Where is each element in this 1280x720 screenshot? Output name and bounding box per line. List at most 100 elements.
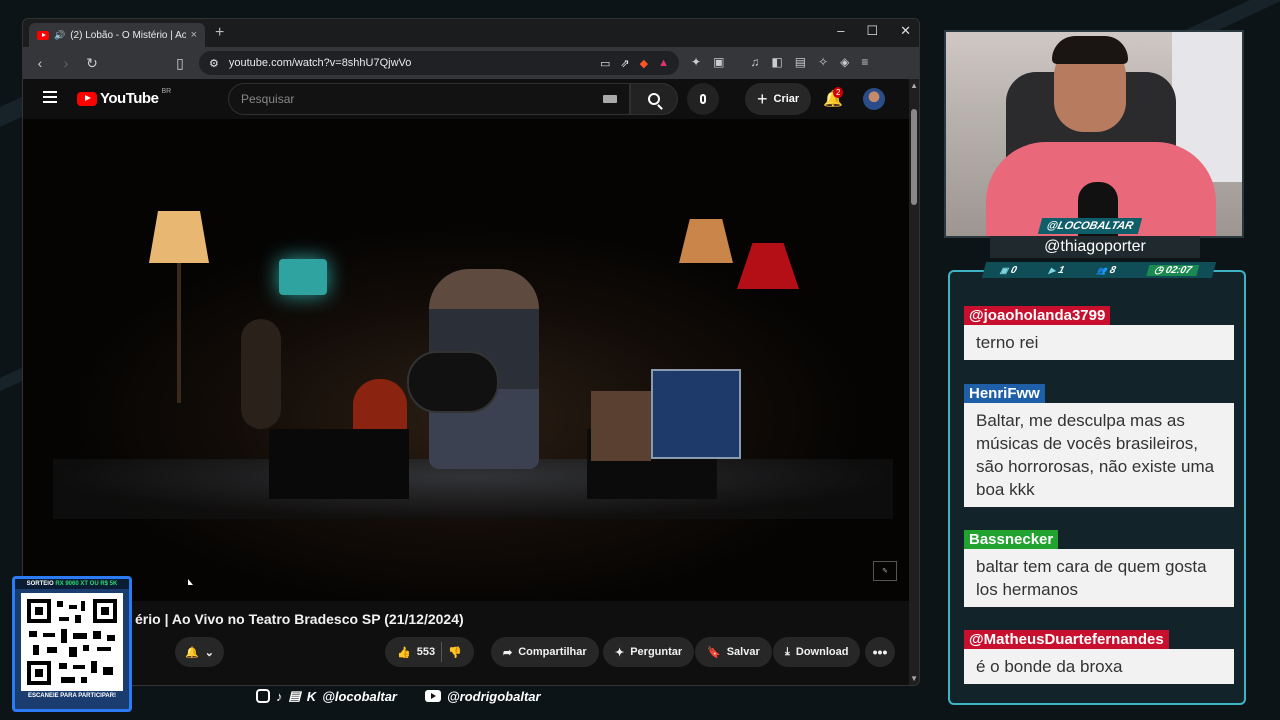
like-icon[interactable]: 👍 (397, 646, 411, 659)
like-count[interactable]: 553 (417, 646, 435, 658)
leo-icon[interactable]: ✧ (818, 55, 828, 69)
chat-text: baltar tem cara de quem gosta los herman… (964, 549, 1234, 607)
url-text: youtube.com/watch?v=8shhU7QjwVo (228, 57, 412, 69)
sparkle-icon: ✦ (615, 646, 625, 659)
ask-label: Perguntar (630, 646, 683, 658)
window-controls: – ☐ ✕ (837, 23, 911, 39)
stream-timer: ◷ 02:07 (1146, 264, 1200, 276)
brave-shield-icon[interactable]: ◆ (640, 57, 648, 70)
guitar-black (407, 351, 499, 413)
dislike-icon[interactable]: 👎 (448, 646, 462, 659)
brave-rewards-icon[interactable]: ▲ (658, 57, 669, 69)
scrollbar-thumb[interactable] (911, 109, 917, 205)
video-count: ▶1 (1048, 264, 1066, 276)
share-button[interactable]: ➦ Compartilhar (491, 637, 599, 667)
url-field[interactable]: ⚙ youtube.com/watch?v=8shhU7QjwVo ▭ ⇗ ◆ … (199, 51, 679, 75)
bell-icon: 🔔 (185, 646, 199, 659)
search-button[interactable] (630, 83, 678, 115)
download-button[interactable]: ⤓ Download (773, 637, 861, 667)
chat-message: @joaoholanda3799 terno rei (964, 306, 1234, 360)
extensions-icon[interactable]: ✦ (691, 55, 701, 69)
ask-button[interactable]: ✦ Perguntar (603, 637, 695, 667)
chat-text: terno rei (964, 325, 1234, 360)
chat-message: Bassnecker baltar tem cara de quem gosta… (964, 530, 1234, 607)
youtube-favicon-icon (37, 30, 49, 40)
social-handle-2: @rodrigobaltar (447, 688, 541, 704)
like-dislike-group: 👍 553 👎 (385, 637, 474, 667)
giveaway-prefix: SORTEIO (26, 581, 54, 587)
webcam-hair (1052, 36, 1128, 64)
lamp-red (737, 243, 799, 289)
bookmark-icon[interactable]: ▯ (171, 55, 189, 72)
speaker-left (269, 429, 409, 499)
site-info-icon[interactable]: ⚙ (209, 57, 219, 70)
media-icon[interactable]: ♫ (750, 55, 759, 69)
download-icon: ⤓ (785, 645, 790, 658)
reload-icon[interactable]: ↻ (83, 55, 101, 72)
host-name: @thiagoporter (990, 236, 1200, 258)
forward-icon[interactable]: › (57, 55, 75, 71)
giveaway-title: SORTEIO RX 9060 XT OU R$ 5K (15, 579, 129, 589)
channel-handle: @LOCOBALTAR (1037, 218, 1143, 234)
chat-count-value: 0 (1009, 264, 1019, 276)
reader-icon[interactable]: ▣ (713, 55, 724, 69)
wallet-icon[interactable]: ▤ (795, 55, 806, 69)
extension-toolbar: ✦ ▣ ♫ ◧ ▤ ✧ ◈ ≡ (691, 55, 868, 69)
save-label: Salvar (726, 646, 760, 658)
stream-stats: ▣0 ▶1 👥8 ◷ 02:07 (981, 262, 1217, 278)
create-button[interactable]: + Criar (745, 83, 812, 115)
chat-username: @MatheusDuartefernandes (964, 630, 1169, 649)
maximize-button[interactable]: ☐ (866, 23, 878, 39)
browser-window: 🔊 (2) Lobão - O Mistério | Ao Vivo no × … (22, 18, 920, 686)
keyboard-icon[interactable] (603, 95, 617, 103)
avatar[interactable] (863, 88, 885, 110)
chat-message: @MatheusDuartefernandes é o bonde da bro… (964, 630, 1234, 684)
chat-username: @joaoholanda3799 (964, 306, 1111, 325)
share-page-icon[interactable]: ⇗ (620, 57, 629, 70)
giveaway-cta: ESCANEIE PARA PARTICIPAR! (27, 693, 117, 699)
create-label: Criar (773, 93, 800, 105)
cast-icon[interactable]: ▭ (600, 57, 610, 70)
plus-icon: + (757, 88, 768, 109)
side-table (591, 391, 651, 461)
more-actions-button[interactable]: ••• (865, 637, 895, 667)
close-window-button[interactable]: ✕ (900, 23, 911, 39)
tab-title: (2) Lobão - O Mistério | Ao Vivo no (70, 29, 185, 41)
menu-icon[interactable] (43, 91, 57, 103)
minimize-button[interactable]: – (837, 23, 844, 39)
lamp-right (679, 219, 733, 263)
twitch-icon: ▤ (288, 688, 301, 703)
scroll-down-arrow[interactable]: ▼ (910, 674, 918, 683)
new-tab-button[interactable]: + (215, 24, 224, 42)
back-icon[interactable]: ‹ (31, 55, 49, 71)
tab-close-icon[interactable]: × (191, 29, 197, 41)
chat-message: HenriFww Baltar, me desculpa mas as músi… (964, 384, 1234, 507)
search-input[interactable]: Pesquisar (228, 83, 630, 115)
scroll-up-arrow[interactable]: ▲ (910, 81, 918, 90)
subscription-bell-button[interactable]: 🔔 ⌄ (175, 637, 224, 667)
viewer-count: 👥8 (1096, 265, 1117, 276)
lamp-teal (279, 259, 327, 295)
social-handle-1: @locobaltar (322, 688, 397, 704)
giveaway-prize: RX 9060 XT OU R$ 5K (55, 581, 118, 587)
video-player[interactable]: ✎ (23, 119, 911, 601)
sidebar-icon[interactable]: ◧ (771, 55, 782, 69)
youtube-logo[interactable]: YouTube BR (77, 88, 171, 107)
chat-username: Bassnecker (964, 530, 1059, 549)
save-button[interactable]: 🔖 Salvar (695, 637, 772, 667)
youtube-play-icon (77, 91, 97, 106)
lamp-left-stand (177, 263, 181, 403)
video-count-value: 1 (1057, 264, 1066, 276)
voice-search-button[interactable] (687, 83, 719, 115)
viewer-count-value: 8 (1108, 264, 1118, 276)
search-icon (648, 93, 660, 105)
share-label: Compartilhar (518, 646, 587, 658)
guitar-left (241, 319, 281, 429)
timer-value: 02:07 (1164, 264, 1194, 276)
vpn-icon[interactable]: ◈ (840, 55, 849, 69)
youtube-header: YouTube BR Pesquisar + Criar 🔔 2 (23, 79, 911, 119)
qr-code[interactable] (21, 593, 123, 691)
menu-icon[interactable]: ≡ (861, 55, 868, 69)
browser-tab[interactable]: 🔊 (2) Lobão - O Mistério | Ao Vivo no × (29, 23, 205, 47)
video-watermark: ✎ (873, 561, 897, 581)
